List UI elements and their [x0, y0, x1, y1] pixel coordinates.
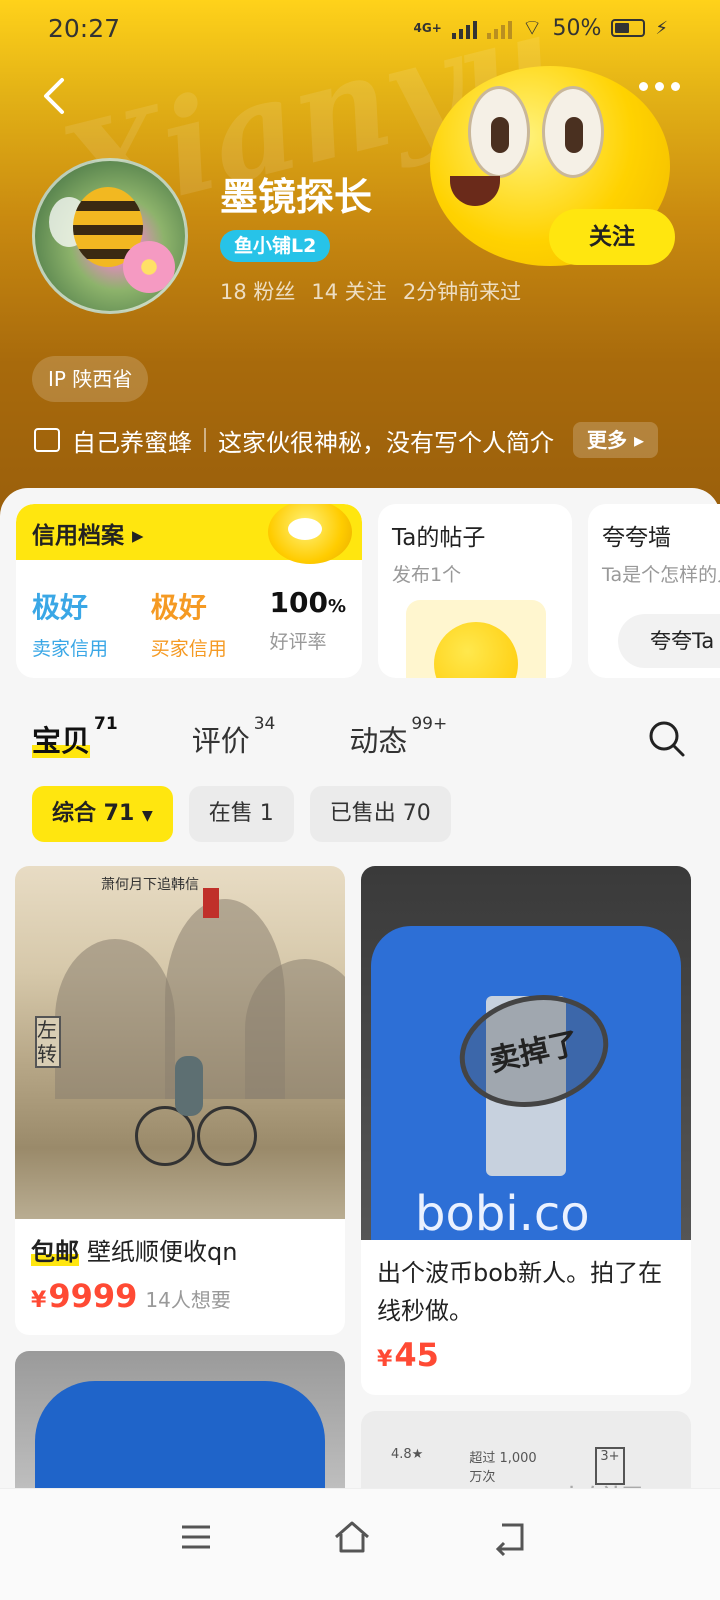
wifi-icon: ⌔	[521, 16, 543, 41]
posts-subtitle: 发布1个	[392, 564, 462, 586]
praise-subtitle: Ta是个怎样的人	[602, 564, 720, 586]
posts-title: Ta的帖子	[392, 525, 486, 551]
search-icon[interactable]	[648, 720, 686, 758]
credit-title: 信用档案	[32, 523, 124, 549]
bio-more-button[interactable]: 更多 ▸	[573, 422, 659, 458]
praise-title: 夸夸墙	[602, 525, 671, 551]
filter-on-sale[interactable]: 在售 1	[188, 786, 294, 842]
profile-header: Xianyu 20:27 4G+ ⌔ 50% ⚡ 墨镜探长 鱼小铺L2 18 粉…	[0, 0, 720, 520]
cyclist-figure	[135, 1056, 257, 1166]
bio-row[interactable]: 自己养蜜蜂 这家伙很神秘，没有写个人简介 更多 ▸	[34, 420, 674, 460]
tab-items-label: 宝贝	[32, 724, 91, 758]
tab-reviews-count: 34	[253, 714, 276, 734]
network-label: 4G+	[413, 21, 442, 35]
user-name: 墨镜探长	[220, 175, 373, 219]
content-tabs: 宝贝 71 评价 34 动态 99+	[32, 714, 521, 760]
product-price: 45	[394, 1336, 439, 1374]
chevron-right-icon: ▸	[132, 523, 144, 549]
fans-count[interactable]: 18 粉丝	[220, 276, 295, 306]
avatar[interactable]	[32, 158, 188, 314]
product-image: 卖掉了 bobi.co	[361, 866, 691, 1240]
tab-reviews[interactable]: 评价 34	[191, 714, 276, 760]
planet-icon	[406, 600, 546, 678]
bio-title: 自己养蜜蜂	[72, 428, 192, 457]
last-seen: 2分钟前来过	[402, 280, 522, 304]
signal-icon	[451, 17, 477, 39]
free-shipping-tag: 包邮	[31, 1238, 79, 1266]
content-panel: 信用档案 ▸ 极好 卖家信用 极好 买家信用 100% 好评率 Ta的帖子 发布1个 …	[0, 488, 720, 1511]
follow-button[interactable]: 关注	[549, 209, 675, 265]
shop-icon	[34, 428, 60, 452]
charging-icon: ⚡	[655, 17, 668, 39]
seller-credit-value: 极好	[32, 591, 89, 624]
product-price: 9999	[48, 1277, 138, 1315]
battery-label: 50%	[552, 15, 602, 41]
painting-caption: 萧何月下追韩信	[101, 877, 199, 893]
praise-wall-card[interactable]: 夸夸墙 Ta是个怎样的人 夸夸Ta	[588, 504, 720, 678]
product-card[interactable]: 卖掉了 bobi.co 出个波币bob新人。拍了在线秒做。 ¥45	[361, 866, 691, 1395]
product-image	[15, 1351, 345, 1511]
tab-activity-count: 99+	[411, 714, 448, 734]
posts-card[interactable]: Ta的帖子 发布1个	[378, 504, 572, 678]
buyer-credit-label: 买家信用	[150, 638, 227, 660]
price-currency: ¥	[377, 1347, 393, 1372]
ip-location-badge: IP 陕西省	[32, 356, 149, 402]
filter-chips: 综合 71 ▼ 在售 1 已售出 70	[32, 786, 451, 842]
price-currency: ¥	[31, 1288, 47, 1313]
following-count[interactable]: 14 关注	[311, 276, 386, 306]
app-rating: 4.8★	[391, 1447, 424, 1462]
shop-level-badge[interactable]: 鱼小铺L2	[220, 230, 331, 262]
user-stats: 18 粉丝 14 关注 2分钟前来过	[220, 276, 521, 306]
app-downloads: 超过 1,000万次	[469, 1451, 537, 1485]
positive-rate-value: 100	[269, 586, 328, 619]
credit-card[interactable]: 信用档案 ▸ 极好卖家信用 极好买家信用 100% 好评率	[16, 504, 362, 678]
caret-down-icon: ▼	[141, 808, 153, 824]
want-count: 14人想要	[145, 1288, 231, 1312]
positive-rate-label: 好评率	[269, 631, 327, 653]
home-icon[interactable]	[332, 1517, 372, 1557]
product-card[interactable]: 萧何月下追韩信 左转 包邮 壁纸顺便收qn ¥9999 14人想要	[15, 866, 345, 1335]
tab-activity-label: 动态	[349, 724, 408, 758]
tab-reviews-label: 评价	[191, 724, 250, 758]
more-options-icon[interactable]	[639, 82, 680, 91]
product-title: 出个波币bob新人。拍了在线秒做。	[377, 1259, 663, 1325]
tab-items[interactable]: 宝贝 71	[32, 714, 118, 760]
bio-more-label: 更多	[587, 428, 627, 452]
product-image: 萧何月下追韩信 左转	[15, 866, 345, 1219]
painting-sign: 左转	[35, 1016, 61, 1068]
system-nav-bar	[0, 1488, 720, 1600]
bio-divider	[204, 428, 206, 452]
back-icon[interactable]	[36, 76, 76, 116]
product-card[interactable]	[15, 1351, 345, 1511]
image-brand-text: bobi.co	[415, 1186, 590, 1240]
filter-all[interactable]: 综合 71 ▼	[32, 786, 173, 842]
positive-rate-unit: %	[327, 596, 346, 617]
back-nav-icon[interactable]	[490, 1517, 530, 1557]
status-time: 20:27	[48, 14, 121, 43]
seller-credit-label: 卖家信用	[32, 638, 109, 660]
bio-description: 这家伙很神秘，没有写个人简介	[218, 428, 554, 457]
tab-items-count: 71	[94, 714, 118, 734]
menu-icon[interactable]	[176, 1517, 216, 1557]
filter-all-label: 综合 71	[52, 801, 135, 826]
tab-activity[interactable]: 动态 99+	[349, 714, 447, 760]
seal-mark	[203, 888, 219, 918]
product-title: 壁纸顺便收qn	[87, 1238, 238, 1266]
status-bar: 20:27 4G+ ⌔ 50% ⚡	[0, 0, 720, 58]
battery-icon	[611, 19, 646, 37]
praise-button[interactable]: 夸夸Ta	[618, 614, 720, 668]
buyer-credit-value: 极好	[150, 591, 207, 624]
filter-sold[interactable]: 已售出 70	[309, 786, 451, 842]
signal-icon-secondary	[486, 17, 512, 39]
